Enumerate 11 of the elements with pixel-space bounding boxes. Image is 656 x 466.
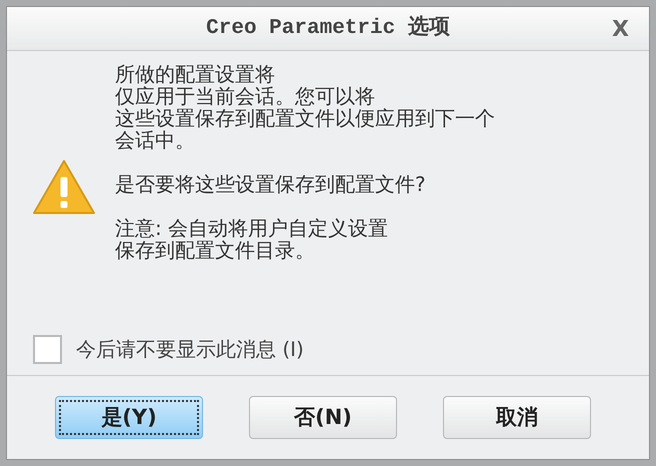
- message-text: 所做的配置设置将 仅应用于当前会话。您可以将 这些设置保存到配置文件以便应用到下一个 会话中。: [115, 63, 495, 151]
- checkbox[interactable]: [33, 334, 62, 364]
- window-title: Creo Parametric 选项: [206, 14, 450, 42]
- message-text: 注意: 会自动将用户自定义设置 保存到配置文件目录。: [115, 217, 390, 261]
- warning-icon: [32, 159, 96, 215]
- checkbox-label[interactable]: 今后请不要显示此消息 (I): [76, 334, 304, 364]
- message-text: 是否要将这些设置保存到配置文件?: [115, 173, 427, 195]
- close-button[interactable]: X: [608, 15, 633, 45]
- dialog-button[interactable]: 取消: [443, 396, 591, 439]
- dialog-button[interactable]: 否(N): [249, 396, 397, 439]
- dialog-button[interactable]: 是(Y): [55, 396, 203, 439]
